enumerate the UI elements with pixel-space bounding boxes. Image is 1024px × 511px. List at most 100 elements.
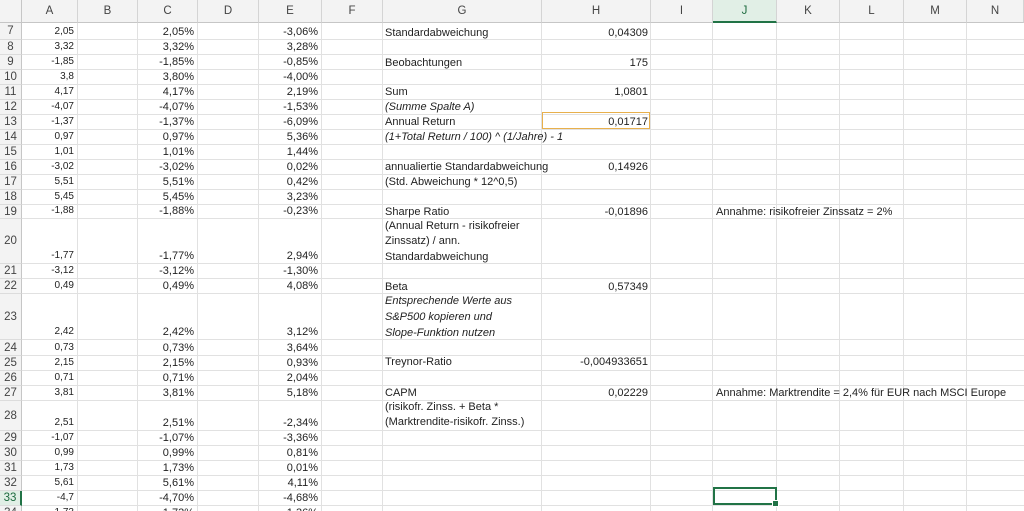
column-header-A[interactable]: A xyxy=(22,0,78,23)
cell-H9[interactable]: 175 xyxy=(544,56,648,70)
cell-E-10[interactable]: -4,00% xyxy=(261,70,318,84)
cell-E-15[interactable]: 1,44% xyxy=(261,145,318,159)
column-header-N[interactable]: N xyxy=(967,0,1024,23)
row-header-10[interactable]: 10 xyxy=(0,70,22,85)
column-header-C[interactable]: C xyxy=(138,0,198,23)
cell-C-16[interactable]: -3,02% xyxy=(140,160,194,174)
cell-E-22[interactable]: 4,08% xyxy=(261,279,318,293)
row-header-27[interactable]: 27 xyxy=(0,386,22,401)
cell-C-19[interactable]: -1,88% xyxy=(140,204,194,218)
cell-A-16[interactable]: -3,02 xyxy=(24,160,74,174)
cell-A-19[interactable]: -1,88 xyxy=(24,204,74,218)
column-header-B[interactable]: B xyxy=(78,0,138,23)
cell-E-20[interactable]: 2,94% xyxy=(261,249,318,263)
cell-C-18[interactable]: 5,45% xyxy=(140,190,194,204)
row-header-26[interactable]: 26 xyxy=(0,371,22,386)
cell-E-16[interactable]: 0,02% xyxy=(261,160,318,174)
cell-H7[interactable]: 0,04309 xyxy=(544,26,648,40)
cell-G20-line1[interactable]: (Annual Return - risikofreier xyxy=(385,219,520,233)
cell-A-34[interactable]: 1,73 xyxy=(24,506,74,511)
cell-H19[interactable]: -0,01896 xyxy=(544,205,648,219)
cell-A-21[interactable]: -3,12 xyxy=(24,264,74,278)
cell-C-31[interactable]: 1,73% xyxy=(140,461,194,475)
cell-H11[interactable]: 1,0801 xyxy=(544,85,648,99)
cell-E-29[interactable]: -3,36% xyxy=(261,431,318,445)
cell-E-13[interactable]: -6,09% xyxy=(261,115,318,129)
spreadsheet-grid[interactable]: ABCDEFGHIJKLMN 7 8 9 10 11 12 13 14 15 16 17 18 19 20… xyxy=(0,0,1024,511)
row-header-25[interactable]: 25 xyxy=(0,356,22,371)
cell-G19[interactable]: Sharpe Ratio xyxy=(385,205,449,219)
cell-E-30[interactable]: 0,81% xyxy=(261,446,318,460)
cell-J27[interactable]: Annahme: Marktrendite = 2,4% für EUR nac… xyxy=(716,386,1006,400)
cell-C-14[interactable]: 0,97% xyxy=(140,130,194,144)
cell-E-28[interactable]: -2,34% xyxy=(261,416,318,430)
cell-E-33[interactable]: -4,68% xyxy=(261,491,318,505)
column-header-D[interactable]: D xyxy=(198,0,259,23)
cell-E-14[interactable]: 5,36% xyxy=(261,130,318,144)
row-header-15[interactable]: 15 xyxy=(0,145,22,160)
row-header-33[interactable]: 33 xyxy=(0,491,22,506)
cell-A-24[interactable]: 0,73 xyxy=(24,341,74,355)
cell-C-28[interactable]: 2,51% xyxy=(140,416,194,430)
cell-C-10[interactable]: 3,80% xyxy=(140,70,194,84)
cell-E-23[interactable]: 3,12% xyxy=(261,325,318,339)
cell-G22[interactable]: Beta xyxy=(385,280,408,294)
select-all-corner[interactable] xyxy=(0,0,22,23)
cell-G12[interactable]: (Summe Spalte A) xyxy=(385,100,474,114)
cell-E-11[interactable]: 2,19% xyxy=(261,85,318,99)
cell-G20-line2[interactable]: Zinssatz) / ann. xyxy=(385,234,460,248)
row-header-8[interactable]: 8 xyxy=(0,40,22,55)
cell-A-11[interactable]: 4,17 xyxy=(24,85,74,99)
cell-C-7[interactable]: 2,05% xyxy=(140,25,194,39)
cell-C-12[interactable]: -4,07% xyxy=(140,100,194,114)
cell-E-26[interactable]: 2,04% xyxy=(261,371,318,385)
row-header-31[interactable]: 31 xyxy=(0,461,22,476)
cell-A-7[interactable]: 2,05 xyxy=(24,25,74,39)
cell-A-18[interactable]: 5,45 xyxy=(24,190,74,204)
cell-G7[interactable]: Standardabweichung xyxy=(385,26,488,40)
row-header-21[interactable]: 21 xyxy=(0,264,22,279)
column-header-G[interactable]: G xyxy=(383,0,542,23)
row-header-29[interactable]: 29 xyxy=(0,431,22,446)
cell-G23-line1[interactable]: Entsprechende Werte aus xyxy=(385,294,512,308)
cell-C-8[interactable]: 3,32% xyxy=(140,40,194,54)
cell-C-24[interactable]: 0,73% xyxy=(140,341,194,355)
cell-G11[interactable]: Sum xyxy=(385,85,408,99)
cell-A-25[interactable]: 2,15 xyxy=(24,356,74,370)
row-header-20[interactable]: 20 xyxy=(0,219,22,264)
row-header-9[interactable]: 9 xyxy=(0,55,22,70)
cell-G20-line3[interactable]: Standardabweichung xyxy=(385,250,488,264)
row-header-28[interactable]: 28 xyxy=(0,401,22,431)
cell-A-27[interactable]: 3,81 xyxy=(24,386,74,400)
row-header-16[interactable]: 16 xyxy=(0,160,22,175)
row-header-18[interactable]: 18 xyxy=(0,190,22,205)
row-header-12[interactable]: 12 xyxy=(0,100,22,115)
cell-A-31[interactable]: 1,73 xyxy=(24,461,74,475)
cell-A-29[interactable]: -1,07 xyxy=(24,431,74,445)
cell-C-27[interactable]: 3,81% xyxy=(140,386,194,400)
cell-E-25[interactable]: 0,93% xyxy=(261,356,318,370)
cell-A-22[interactable]: 0,49 xyxy=(24,279,74,293)
cell-G27[interactable]: CAPM xyxy=(385,386,417,400)
row-header-24[interactable]: 24 xyxy=(0,340,22,356)
column-header-M[interactable]: M xyxy=(904,0,967,23)
cell-H22[interactable]: 0,57349 xyxy=(544,280,648,294)
row-header-7[interactable]: 7 xyxy=(0,23,22,40)
cell-C-17[interactable]: 5,51% xyxy=(140,175,194,189)
cell-E-24[interactable]: 3,64% xyxy=(261,341,318,355)
cell-E-31[interactable]: 0,01% xyxy=(261,461,318,475)
row-header-22[interactable]: 22 xyxy=(0,279,22,294)
cell-C-20[interactable]: -1,77% xyxy=(140,249,194,263)
cell-C-29[interactable]: -1,07% xyxy=(140,431,194,445)
cell-A-26[interactable]: 0,71 xyxy=(24,371,74,385)
cell-G13[interactable]: Annual Return xyxy=(385,115,455,129)
active-cell-J33[interactable] xyxy=(713,487,779,507)
cell-A-14[interactable]: 0,97 xyxy=(24,130,74,144)
cell-E-17[interactable]: 0,42% xyxy=(261,175,318,189)
cell-A-23[interactable]: 2,42 xyxy=(24,325,74,339)
cell-G23-line3[interactable]: Slope-Funktion nutzen xyxy=(385,326,495,340)
cell-E-12[interactable]: -1,53% xyxy=(261,100,318,114)
cell-E-18[interactable]: 3,23% xyxy=(261,190,318,204)
row-header-32[interactable]: 32 xyxy=(0,476,22,491)
cell-A-9[interactable]: -1,85 xyxy=(24,55,74,69)
